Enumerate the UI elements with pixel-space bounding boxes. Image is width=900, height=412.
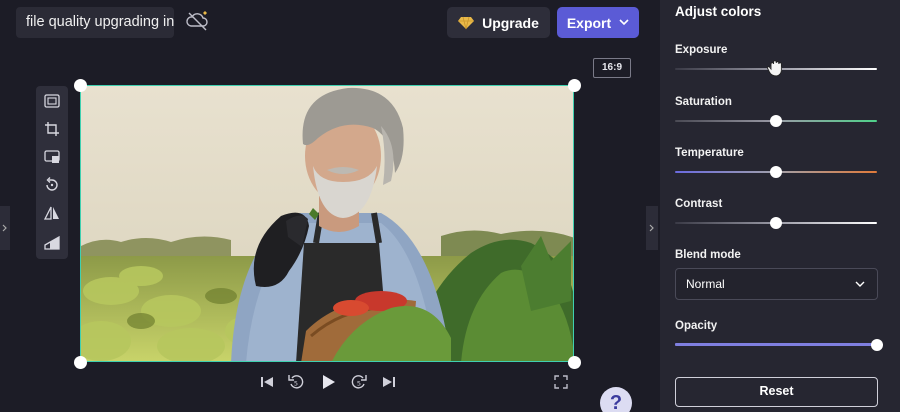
panel-title: Adjust colors [675, 4, 762, 19]
contrast-label: Contrast [675, 198, 723, 210]
video-frame-image [81, 86, 573, 361]
blend-mode-value: Normal [686, 277, 725, 291]
upgrade-button[interactable]: Upgrade [447, 7, 550, 38]
opacity-slider-thumb[interactable] [871, 339, 883, 351]
picture-in-picture-icon[interactable] [42, 147, 62, 167]
temperature-slider-thumb[interactable] [770, 166, 782, 178]
skip-forward-icon[interactable] [380, 373, 398, 391]
editor-stage: file quality upgrading in Upgrade Export… [0, 0, 660, 412]
upgrade-label: Upgrade [482, 14, 539, 31]
left-panel-toggle[interactable] [0, 206, 10, 250]
chevron-right-icon [649, 224, 654, 232]
grab-hand-cursor-icon [766, 60, 782, 77]
forward-5-icon[interactable]: 5 [350, 373, 368, 391]
saturation-slider-thumb[interactable] [770, 115, 782, 127]
crop-icon[interactable] [42, 119, 62, 139]
resize-handle-top-right[interactable] [568, 79, 581, 92]
blend-mode-select[interactable]: Normal [675, 268, 878, 300]
chevron-down-icon [855, 281, 865, 287]
flip-icon[interactable] [42, 203, 62, 223]
chevron-down-icon [619, 19, 629, 26]
fullscreen-icon[interactable] [552, 373, 570, 391]
temperature-slider[interactable] [675, 166, 877, 178]
right-panel-toggle[interactable] [646, 206, 658, 250]
cloud-offline-icon[interactable] [185, 10, 211, 32]
rotate-icon[interactable] [42, 175, 62, 195]
exposure-label: Exposure [675, 44, 728, 56]
resize-handle-top-left[interactable] [74, 79, 87, 92]
export-label: Export [566, 14, 612, 31]
diamond-icon [458, 16, 475, 29]
opacity-slider[interactable] [675, 339, 883, 351]
perspective-icon[interactable] [42, 232, 62, 252]
blend-mode-label: Blend mode [675, 249, 741, 261]
chevron-right-icon [2, 224, 7, 232]
skip-back-icon[interactable] [258, 373, 276, 391]
export-button[interactable]: Export [557, 7, 639, 38]
rewind-5-icon[interactable]: 5 [287, 373, 305, 391]
fit-icon[interactable] [42, 91, 62, 111]
contrast-slider-thumb[interactable] [770, 217, 782, 229]
svg-text:5: 5 [294, 380, 298, 388]
reset-button[interactable]: Reset [675, 377, 878, 407]
help-button[interactable]: ? [600, 387, 632, 412]
saturation-slider[interactable] [675, 115, 877, 127]
temperature-label: Temperature [675, 147, 744, 159]
adjust-colors-panel: Adjust colors Exposure Saturation Temper… [660, 0, 900, 412]
video-tool-bar [36, 86, 68, 259]
contrast-slider[interactable] [675, 217, 877, 229]
video-preview[interactable] [80, 85, 574, 362]
play-icon[interactable] [319, 373, 337, 391]
svg-text:5: 5 [357, 380, 361, 388]
resize-handle-bottom-right[interactable] [568, 356, 581, 369]
saturation-label: Saturation [675, 96, 732, 108]
project-title-input[interactable]: file quality upgrading in [16, 7, 174, 38]
aspect-ratio-button[interactable]: 16:9 [593, 58, 631, 78]
opacity-label: Opacity [675, 320, 718, 332]
resize-handle-bottom-left[interactable] [74, 356, 87, 369]
